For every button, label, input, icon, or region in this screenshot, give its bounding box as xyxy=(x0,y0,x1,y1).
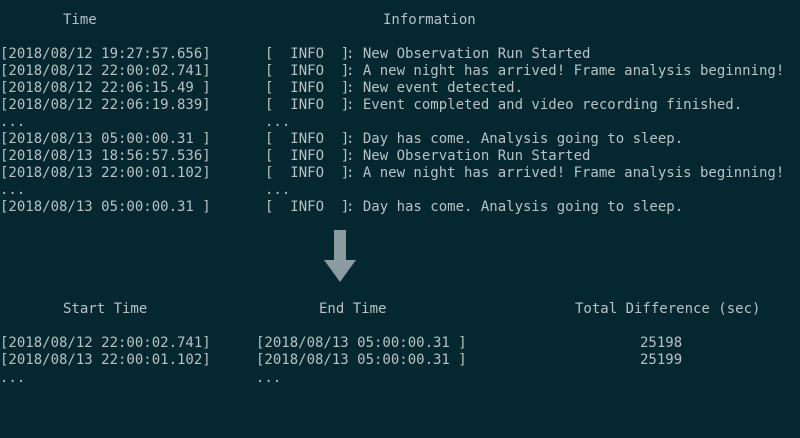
arrow-down-icon xyxy=(324,230,356,282)
log-timestamp: ... xyxy=(0,182,26,198)
time-column-header: Time xyxy=(63,12,97,28)
summary-start: [2018/08/12 22:00:02.741] xyxy=(0,335,211,351)
log-timestamp: [2018/08/12 22:06:19.839] xyxy=(0,97,211,113)
summary-end: [2018/08/13 05:00:00.31 ] xyxy=(256,335,467,351)
summary-start: ... xyxy=(0,370,26,386)
summary-row-ellipsis: ... ... xyxy=(0,370,281,438)
log-message: : A new night has arrived! Frame analysi… xyxy=(346,165,785,181)
log-level: [ INFO ] xyxy=(265,80,350,96)
log-message: : Day has come. Analysis going to sleep. xyxy=(346,199,684,215)
log-level: [ INFO ] xyxy=(265,199,350,215)
log-message: : Day has come. Analysis going to sleep. xyxy=(346,131,684,147)
log-message: : Event completed and video recording fi… xyxy=(346,97,743,113)
summary-diff: 25199 xyxy=(640,352,683,368)
start-time-column-header: Start Time xyxy=(63,301,148,317)
log-message: : A new night has arrived! Frame analysi… xyxy=(346,63,785,79)
log-level: [ INFO ] xyxy=(265,148,350,164)
log-timestamp: [2018/08/13 22:00:01.102] xyxy=(0,165,211,181)
log-timestamp: [2018/08/12 19:27:57.656] xyxy=(0,46,211,62)
summary-start: [2018/08/13 22:00:01.102] xyxy=(0,352,211,368)
summary-end: ... xyxy=(256,370,282,386)
log-message: : New Observation Run Started xyxy=(346,46,591,62)
summary-end: [2018/08/13 05:00:00.31 ] xyxy=(256,352,467,368)
log-level: [ INFO ] xyxy=(265,131,350,147)
summary-diff: 25198 xyxy=(640,335,683,351)
log-level: [ INFO ] xyxy=(265,165,350,181)
log-timestamp: [2018/08/12 22:00:02.741] xyxy=(0,63,211,79)
log-level: [ INFO ] xyxy=(265,46,350,62)
log-timestamp: [2018/08/13 05:00:00.31 ] xyxy=(0,131,211,147)
log-level: ... xyxy=(265,114,291,130)
end-time-column-header: End Time xyxy=(319,301,387,317)
log-message: : New Observation Run Started xyxy=(346,148,591,164)
information-column-header: Information xyxy=(383,12,476,28)
log-level: [ INFO ] xyxy=(265,63,350,79)
total-difference-column-header: Total Difference (sec) xyxy=(575,301,761,317)
log-row: [2018/08/13 05:00:00.31 ] [ INFO ] : Day… xyxy=(0,199,683,284)
log-timestamp: [2018/08/12 22:06:15.49 ] xyxy=(0,80,211,96)
log-message: : New event detected. xyxy=(346,80,524,96)
log-level: [ INFO ] xyxy=(265,97,350,113)
log-timestamp: [2018/08/13 05:00:00.31 ] xyxy=(0,199,211,215)
log-level: ... xyxy=(265,182,291,198)
log-timestamp: [2018/08/13 18:56:57.536] xyxy=(0,148,211,164)
log-timestamp: ... xyxy=(0,114,26,130)
